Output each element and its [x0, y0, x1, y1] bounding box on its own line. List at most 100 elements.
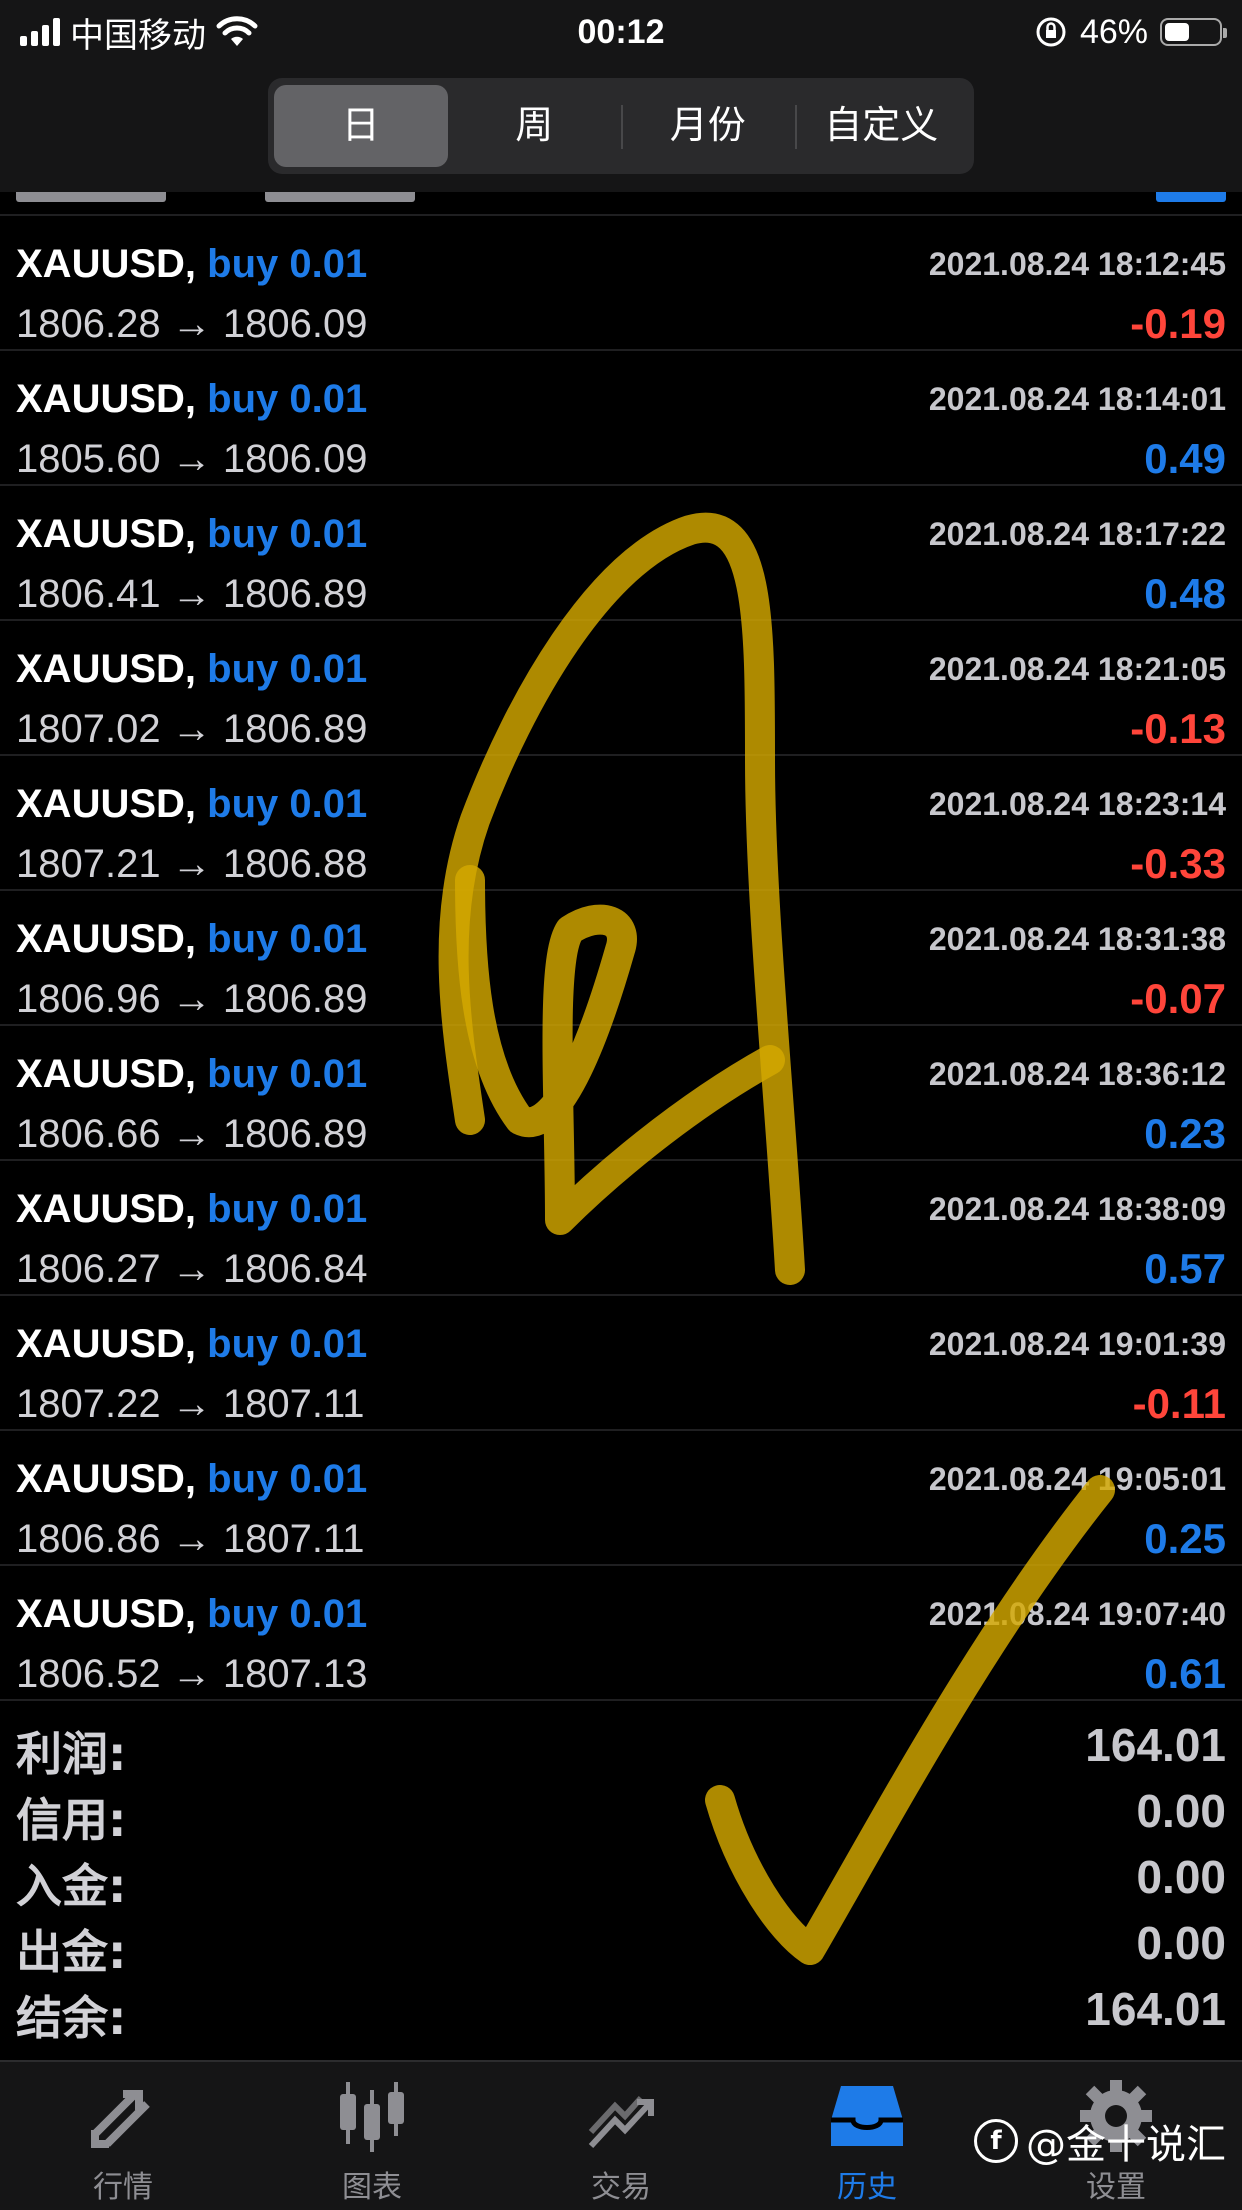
trade-symbol: XAUUSD, buy 0.01	[16, 647, 367, 692]
tab-day[interactable]: 日	[274, 85, 448, 167]
open-price: 1807.22	[16, 1382, 161, 1426]
history-header: 日 周 月份 自定义	[0, 64, 1242, 192]
symbol-label: XAUUSD,	[16, 242, 197, 286]
arrow-icon: →	[171, 1382, 212, 1426]
summary-value: 0.00	[1136, 1785, 1226, 1837]
summary-value: 164.01	[1085, 1719, 1226, 1771]
tab-history[interactable]: 历史	[767, 2076, 967, 2206]
trade-row[interactable]: XAUUSD, buy 0.01 2021.08.24 18:31:38 1806.…	[0, 891, 1242, 1026]
summary-value: 0.00	[1136, 1917, 1226, 1969]
tab-custom[interactable]: 自定义	[794, 85, 969, 167]
trade-side: buy 0.01	[207, 1592, 368, 1636]
trade-time: 2021.08.24 18:38:09	[928, 1191, 1226, 1227]
arrow-icon: →	[171, 1652, 212, 1696]
trade-row[interactable]: XAUUSD, buy 0.01 2021.08.24 18:17:22 1806.…	[0, 486, 1242, 621]
trade-profit: -0.11	[1132, 1380, 1226, 1427]
trade-profit: -0.07	[1130, 975, 1226, 1022]
trade-symbol: XAUUSD, buy 0.01	[16, 917, 367, 962]
trade-prices: 1807.02 → 1806.89	[16, 707, 367, 752]
summary-label: 出金:	[16, 1925, 127, 1979]
trade-row[interactable]: XAUUSD, buy 0.01 2021.08.24 18:12:45 1806.…	[0, 216, 1242, 351]
tab-week[interactable]: 周	[448, 85, 622, 167]
close-price: 1807.11	[222, 1382, 365, 1426]
symbol-label: XAUUSD,	[16, 1457, 197, 1501]
tab-trade[interactable]: 交易	[521, 2076, 721, 2206]
summary-balance: 结余: 164.01	[0, 1976, 1242, 2045]
open-price: 1806.27	[16, 1247, 161, 1291]
trade-profit: 0.49	[1144, 435, 1226, 482]
trade-profit: -0.13	[1130, 705, 1226, 752]
watermark-text: @金十说汇	[1026, 2122, 1226, 2168]
trade-icon	[588, 2096, 654, 2149]
tab-label: 图表	[342, 2170, 402, 2205]
history-icon	[831, 2086, 903, 2146]
close-price: 1806.89	[222, 572, 368, 616]
open-price: 1807.21	[16, 842, 161, 886]
trade-row[interactable]: XAUUSD, buy 0.01 2021.08.24 18:21:05 1807.…	[0, 621, 1242, 756]
arrow-icon: →	[171, 302, 212, 346]
trade-profit: 0.61	[1144, 1650, 1226, 1697]
trade-symbol: XAUUSD, buy 0.01	[16, 512, 367, 557]
open-price: 1807.02	[16, 707, 161, 751]
trade-time: 2021.08.24 18:12:45	[928, 246, 1226, 282]
trade-row[interactable]: XAUUSD, buy 0.01 2021.08.24 19:01:39 1807.…	[0, 1296, 1242, 1431]
close-price: 1806.84	[222, 1247, 368, 1291]
trade-row[interactable]: XAUUSD, buy 0.01 2021.08.24 18:38:09 1806.…	[0, 1161, 1242, 1296]
symbol-label: XAUUSD,	[16, 647, 197, 691]
symbol-label: XAUUSD,	[16, 1322, 197, 1366]
battery-percent: 46%	[1079, 12, 1148, 51]
arrow-icon: →	[171, 707, 212, 751]
trade-symbol: XAUUSD, buy 0.01	[16, 377, 367, 422]
status-bar: 中国移动 00:12 46%	[0, 0, 1242, 64]
trade-prices: 1806.41 → 1806.89	[16, 572, 367, 617]
trade-row[interactable]: XAUUSD, buy 0.01 2021.08.24 19:07:40 1806.…	[0, 1566, 1242, 1701]
open-price: 1806.52	[16, 1652, 161, 1696]
summary-profit: 利润: 164.01	[0, 1712, 1242, 1781]
trade-side: buy 0.01	[207, 242, 368, 286]
trade-row[interactable]: XAUUSD, buy 0.01 2021.08.24 18:14:01 1805.…	[0, 351, 1242, 486]
trade-profit: -0.33	[1130, 840, 1226, 887]
trade-side: buy 0.01	[207, 1322, 368, 1366]
open-price: 1806.96	[16, 977, 161, 1021]
trade-prices: 1806.27 → 1806.84	[16, 1247, 367, 1292]
battery-icon	[1160, 18, 1227, 46]
trade-profit: -0.19	[1130, 300, 1226, 347]
close-price: 1807.13	[222, 1652, 368, 1696]
trade-symbol: XAUUSD, buy 0.01	[16, 782, 367, 827]
trade-side: buy 0.01	[207, 1052, 368, 1096]
close-price: 1807.11	[222, 1517, 365, 1561]
open-price: 1806.86	[16, 1517, 161, 1561]
trade-prices: 1806.52 → 1807.13	[16, 1652, 367, 1697]
trade-time: 2021.08.24 18:36:12	[928, 1056, 1226, 1092]
trade-row[interactable]: XAUUSD, buy 0.01 2021.08.24 19:05:01 1806.…	[0, 1431, 1242, 1566]
trade-time: 2021.08.24 18:31:38	[928, 921, 1226, 957]
arrow-icon: →	[171, 842, 212, 886]
symbol-label: XAUUSD,	[16, 377, 197, 421]
open-price: 1806.66	[16, 1112, 161, 1156]
close-price: 1806.09	[222, 302, 368, 346]
trade-side: buy 0.01	[207, 782, 368, 826]
trade-profit: 0.25	[1144, 1515, 1226, 1562]
trade-row[interactable]: XAUUSD, buy 0.01 2021.08.24 18:36:12 1806.…	[0, 1026, 1242, 1161]
trade-row[interactable]: XAUUSD, buy 0.01 2021.08.24 18:23:14 1807.…	[0, 756, 1242, 891]
trade-prices: 1806.96 → 1806.89	[16, 977, 367, 1022]
arrow-icon: →	[171, 1247, 212, 1291]
summary-deposit: 入金: 0.00	[0, 1844, 1242, 1913]
trade-time: 2021.08.24 19:01:39	[928, 1326, 1226, 1362]
trade-symbol: XAUUSD, buy 0.01	[16, 1457, 367, 1502]
trade-prices: 1806.86 → 1807.11	[16, 1517, 364, 1562]
symbol-label: XAUUSD,	[16, 782, 197, 826]
tab-month[interactable]: 月份	[621, 85, 795, 167]
tab-label: 历史	[837, 2170, 897, 2205]
arrow-icon: →	[171, 1112, 212, 1156]
tab-chart[interactable]: 图表	[272, 2076, 472, 2206]
summary-value: 164.01	[1085, 1983, 1226, 2035]
tab-quotes[interactable]: 行情	[23, 2076, 223, 2206]
arrow-icon: →	[171, 437, 212, 481]
symbol-label: XAUUSD,	[16, 917, 197, 961]
trade-time: 2021.08.24 19:07:40	[928, 1596, 1226, 1632]
trade-profit: 0.23	[1144, 1110, 1226, 1157]
tab-label: 交易	[591, 2170, 651, 2205]
trade-symbol: XAUUSD, buy 0.01	[16, 1052, 367, 1097]
summary-label: 利润:	[16, 1727, 127, 1781]
